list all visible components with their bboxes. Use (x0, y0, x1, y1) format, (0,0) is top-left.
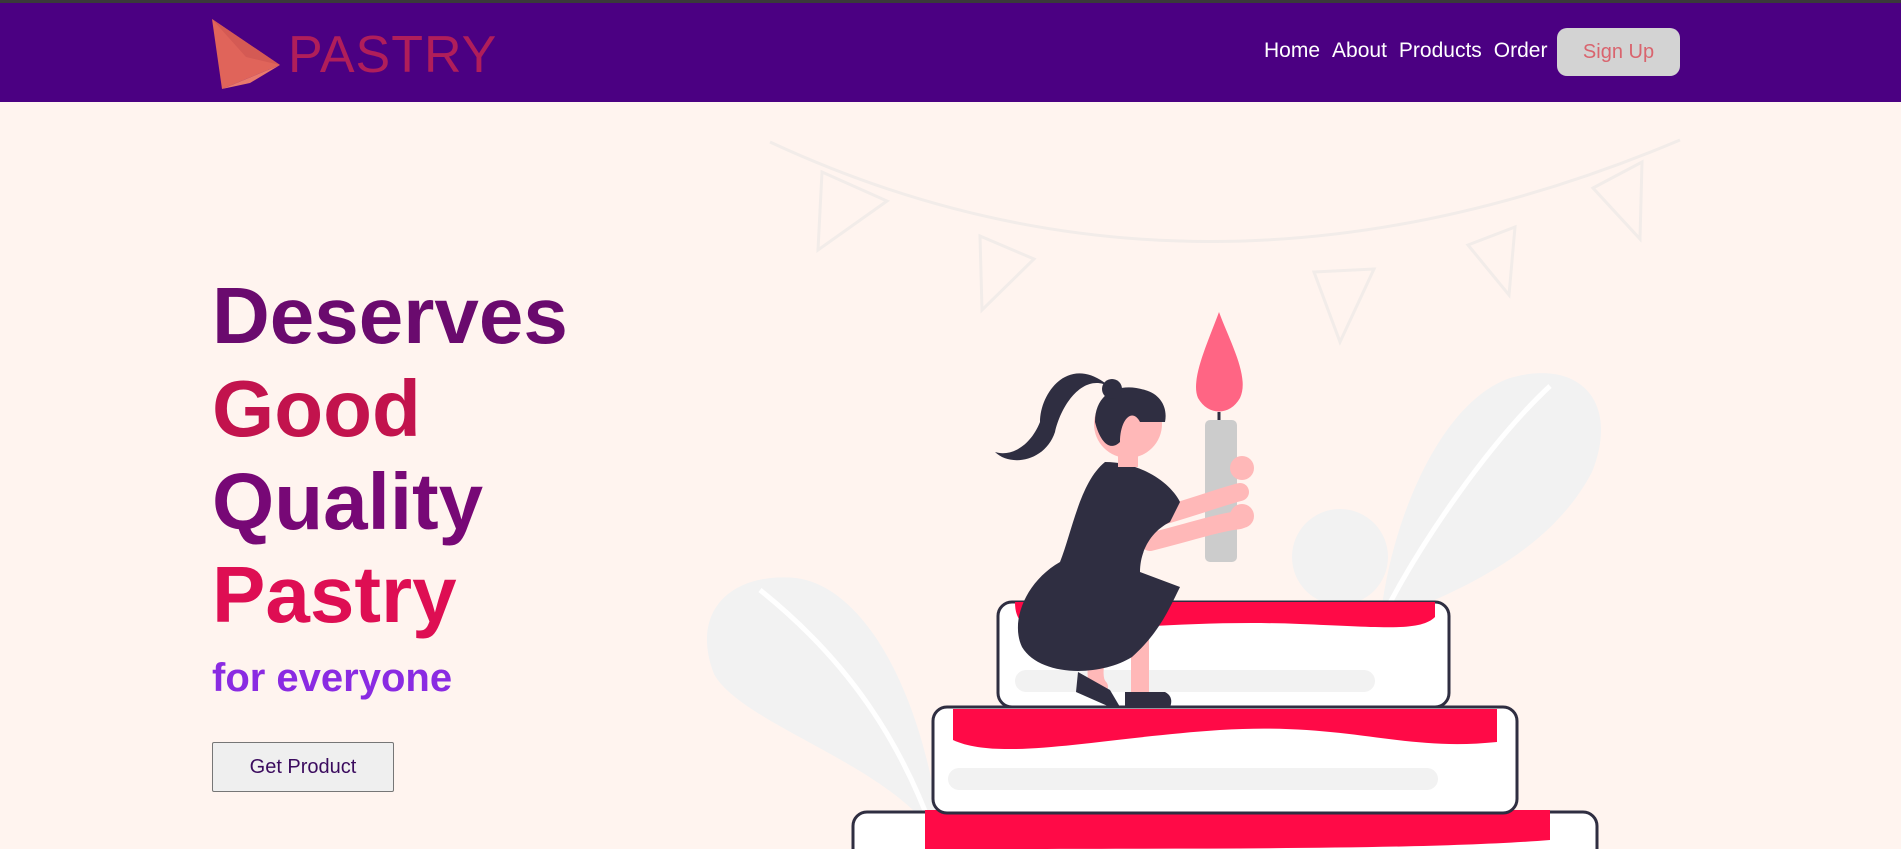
cake-layer-middle (931, 705, 1519, 815)
hero-line-pastry: Pastry (212, 550, 457, 639)
navbar: PASTRY Home About Products Order Sign Up (0, 3, 1901, 102)
nav-order[interactable]: Order (1494, 39, 1548, 63)
triangle-logo-icon (212, 19, 280, 89)
get-product-button[interactable]: Get Product (212, 742, 394, 792)
main-nav: Home About Products Order (1264, 39, 1559, 63)
cake-layer-bottom (851, 810, 1599, 849)
nav-about[interactable]: About (1332, 39, 1387, 63)
left-leaf-plant (706, 577, 940, 830)
nav-home[interactable]: Home (1264, 39, 1320, 63)
hero-line-quality: Quality (212, 457, 484, 546)
hero-subtitle: for everyone (212, 656, 453, 700)
hero-line-deserves: Deserves (212, 271, 568, 360)
right-leaf-plant (1292, 373, 1602, 624)
brand-name: PASTRY (288, 26, 498, 84)
hero-line-good: Good (212, 364, 421, 453)
birthday-cake-girl-candle-illustration (706, 138, 1681, 849)
nav-products[interactable]: Products (1399, 39, 1482, 63)
brand-logo[interactable]: PASTRY (210, 17, 500, 92)
signup-button[interactable]: Sign Up (1557, 28, 1680, 76)
bunting-decoration (769, 138, 1681, 346)
